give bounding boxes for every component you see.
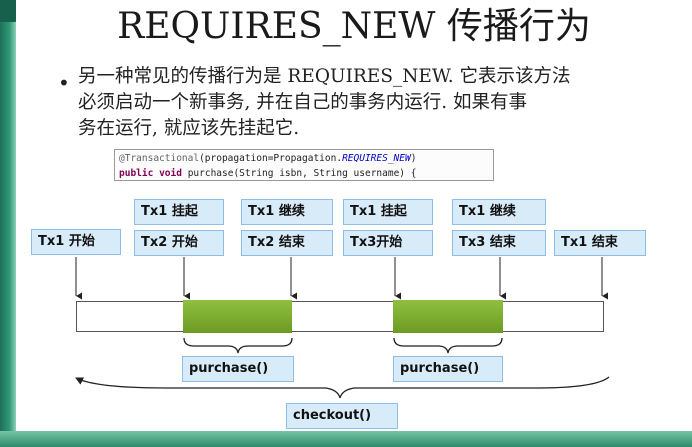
slide-left-edge bbox=[0, 0, 16, 447]
label-checkout: checkout() bbox=[286, 403, 398, 429]
brace-checkout bbox=[75, 376, 610, 399]
diagram-connectors bbox=[75, 257, 610, 399]
slide-bottom-edge bbox=[0, 431, 692, 447]
label-purchase-b: purchase() bbox=[393, 356, 503, 382]
brace-purchase-a bbox=[183, 337, 293, 354]
slide-panel: REQUIRES_NEW 传播行为 • 另一种常见的传播行为是 REQUIRES… bbox=[16, 0, 692, 431]
label-purchase-a: purchase() bbox=[182, 356, 294, 382]
brace-purchase-b bbox=[393, 337, 503, 354]
